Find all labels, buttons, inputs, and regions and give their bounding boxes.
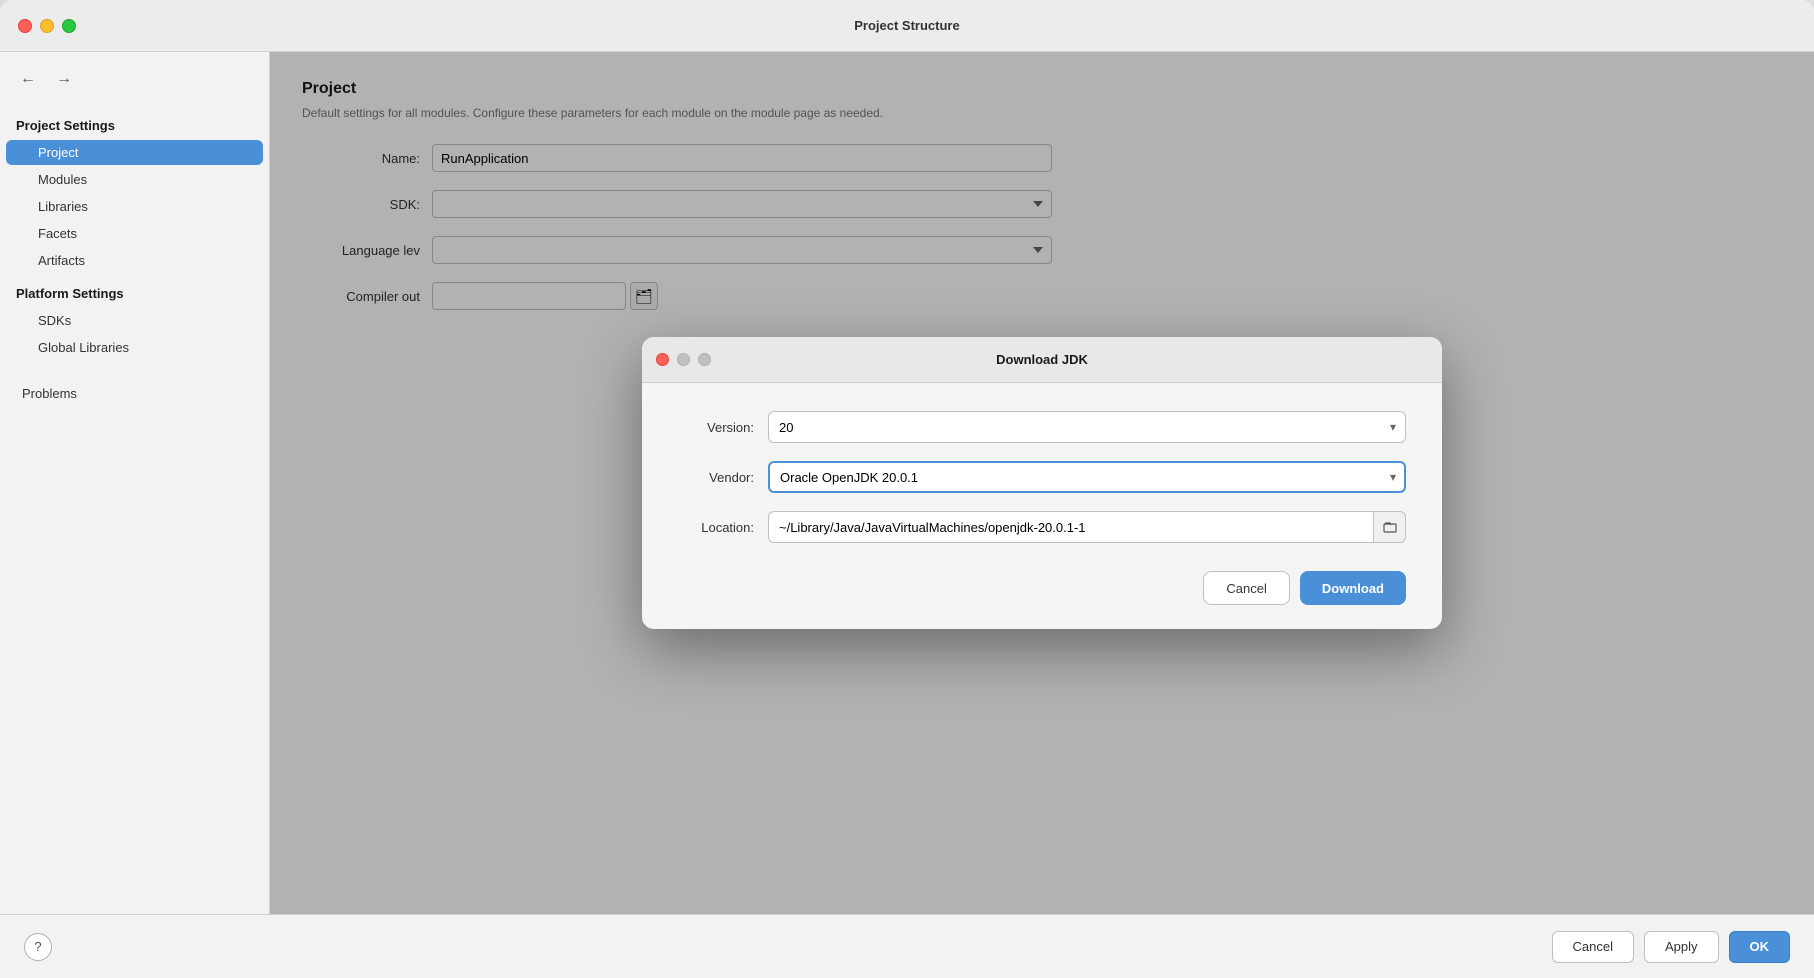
cancel-button[interactable]: Cancel <box>1552 931 1634 963</box>
modal-overlay: Download JDK Version: 20 ▾ <box>270 52 1814 914</box>
minimize-button[interactable] <box>40 19 54 33</box>
location-label: Location: <box>678 520 768 535</box>
location-folder-button[interactable] <box>1374 511 1406 543</box>
sidebar-item-global-libraries[interactable]: Global Libraries <box>6 335 263 360</box>
version-label: Version: <box>678 420 768 435</box>
modal-title: Download JDK <box>996 352 1088 367</box>
folder-icon <box>1383 520 1397 534</box>
location-input[interactable] <box>768 511 1374 543</box>
modal-download-button[interactable]: Download <box>1300 571 1406 605</box>
maximize-button[interactable] <box>62 19 76 33</box>
location-row: Location: <box>678 511 1406 543</box>
sidebar-item-sdks[interactable]: SDKs <box>6 308 263 333</box>
forward-button[interactable]: → <box>52 68 76 90</box>
modal-maximize-button[interactable] <box>698 353 711 366</box>
close-button[interactable] <box>18 19 32 33</box>
project-settings-header: Project Settings <box>0 112 269 139</box>
vendor-select[interactable]: Oracle OpenJDK 20.0.1 <box>768 461 1406 493</box>
vendor-select-wrap: Oracle OpenJDK 20.0.1 ▾ <box>768 461 1406 493</box>
modal-footer: Cancel Download <box>678 567 1406 605</box>
sidebar-item-libraries[interactable]: Libraries <box>6 194 263 219</box>
sidebar-item-project[interactable]: Project <box>6 140 263 165</box>
sidebar-item-problems[interactable]: Problems <box>6 381 263 406</box>
modal-titlebar: Download JDK <box>642 337 1442 383</box>
titlebar: Project Structure <box>0 0 1814 52</box>
sidebar: ← → Project Settings Project Modules Lib… <box>0 52 270 914</box>
help-button[interactable]: ? <box>24 933 52 961</box>
traffic-lights <box>18 19 76 33</box>
footer: ? Cancel Apply OK <box>0 914 1814 978</box>
modal-minimize-button[interactable] <box>677 353 690 366</box>
vendor-row: Vendor: Oracle OpenJDK 20.0.1 ▾ <box>678 461 1406 493</box>
window-title: Project Structure <box>854 18 959 33</box>
download-jdk-modal: Download JDK Version: 20 ▾ <box>642 337 1442 629</box>
ok-button[interactable]: OK <box>1729 931 1791 963</box>
platform-settings-header: Platform Settings <box>0 280 269 307</box>
modal-traffic-lights <box>656 353 711 366</box>
vendor-label: Vendor: <box>678 470 768 485</box>
version-select[interactable]: 20 <box>768 411 1406 443</box>
modal-close-button[interactable] <box>656 353 669 366</box>
main-panel: Project Default settings for all modules… <box>270 52 1814 914</box>
version-row: Version: 20 ▾ <box>678 411 1406 443</box>
sidebar-item-modules[interactable]: Modules <box>6 167 263 192</box>
main-content: ← → Project Settings Project Modules Lib… <box>0 52 1814 914</box>
sidebar-item-artifacts[interactable]: Artifacts <box>6 248 263 273</box>
main-window: Project Structure ← → Project Settings P… <box>0 0 1814 978</box>
apply-button[interactable]: Apply <box>1644 931 1719 963</box>
version-select-wrap: 20 ▾ <box>768 411 1406 443</box>
back-button[interactable]: ← <box>16 68 40 90</box>
modal-cancel-button[interactable]: Cancel <box>1203 571 1289 605</box>
sidebar-item-facets[interactable]: Facets <box>6 221 263 246</box>
modal-body: Version: 20 ▾ Vendor: <box>642 383 1442 629</box>
nav-buttons: ← → <box>0 68 269 106</box>
